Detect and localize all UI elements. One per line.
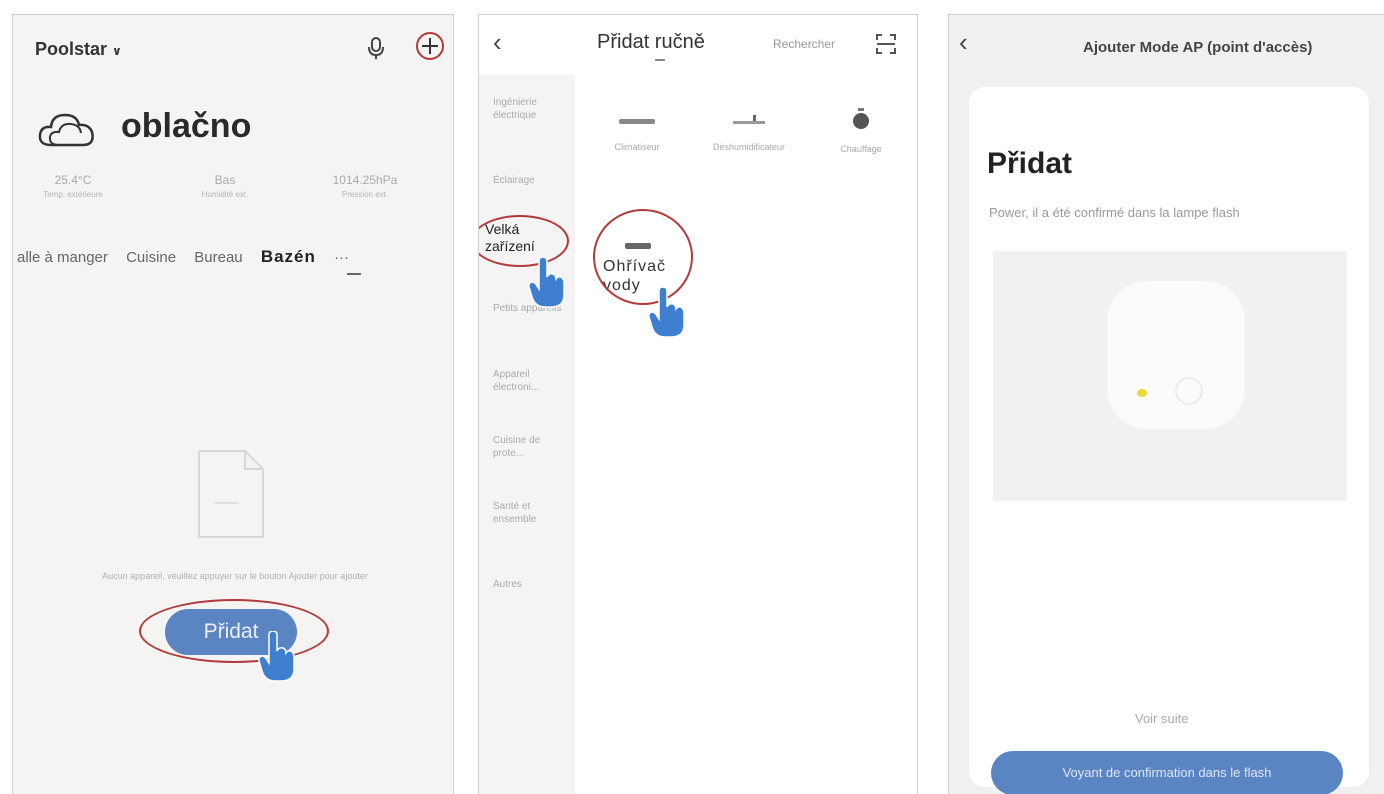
- device-label: Climatiseur: [614, 142, 660, 152]
- card-subtitle: Power, il a été confirmé dans la lampe f…: [989, 205, 1240, 220]
- device-dehumidifier[interactable]: Déshumidificateur: [701, 113, 797, 152]
- indicator-led: [1137, 389, 1147, 397]
- add-manually-screen: ‹ Přidat ručně Rechercher Ingénierie éle…: [478, 14, 918, 794]
- search-link[interactable]: Rechercher: [773, 37, 835, 51]
- ap-mode-screen: ‹ Ajouter Mode AP (point d'accès) Přidat…: [948, 14, 1384, 794]
- device-air-conditioner[interactable]: Climatiseur: [589, 113, 685, 152]
- add-device-icon[interactable]: [415, 31, 445, 61]
- tab-pool[interactable]: Bazén: [261, 247, 316, 266]
- dehumidifier-icon: [733, 115, 765, 124]
- sidebar-item-other[interactable]: Autres: [493, 579, 569, 592]
- pointing-hand-icon: [648, 287, 685, 338]
- back-icon[interactable]: ‹: [493, 27, 502, 58]
- empty-document-icon: [198, 450, 264, 538]
- cloud-icon: [38, 113, 94, 147]
- pointing-hand-icon: [258, 631, 295, 682]
- microphone-icon[interactable]: [363, 35, 389, 61]
- scan-icon[interactable]: [875, 33, 897, 55]
- category-sidebar: Ingénierie électrique Éclairage Velká za…: [479, 75, 575, 794]
- home-name: Poolstar: [35, 39, 108, 59]
- home-screen: Poolstar ∨ oblačno 25.4°C Temp. extérieu…: [12, 14, 454, 794]
- page-title: Přidat ručně: [597, 31, 705, 53]
- heater-icon: [853, 108, 869, 129]
- tab-kitchen[interactable]: Cuisine: [126, 249, 176, 266]
- more-tabs-icon[interactable]: ···: [334, 249, 349, 266]
- empty-message: Aucun appareil, veuillez appuyer sur le …: [102, 571, 368, 581]
- power-button-icon: [1175, 377, 1203, 405]
- home-selector[interactable]: Poolstar ∨: [35, 39, 122, 60]
- stat-humidity: Bas Humidité ext.: [165, 173, 285, 199]
- sidebar-item-health[interactable]: Santé et ensemble: [493, 501, 569, 526]
- chevron-down-icon: ∨: [112, 44, 122, 58]
- stat-label: Temp. extérieure: [43, 190, 103, 199]
- page-title: Ajouter Mode AP (point d'accès): [1083, 39, 1313, 56]
- stat-label: Pression ext.: [341, 190, 389, 199]
- card-title: Přidat: [987, 147, 1073, 180]
- back-icon[interactable]: ‹: [959, 27, 968, 58]
- sidebar-item-electrical[interactable]: Ingénierie électrique: [493, 97, 569, 122]
- annotation-ellipse: [139, 599, 329, 663]
- stat-label: Humidité ext.: [201, 190, 249, 199]
- see-more-link[interactable]: Voir suite: [1135, 711, 1188, 726]
- pointing-hand-icon: [528, 257, 565, 308]
- sidebar-item-electronics[interactable]: Appareil électroni...: [493, 369, 569, 394]
- sidebar-item-kitchen[interactable]: Cuisine de prote...: [493, 435, 569, 460]
- tab-office[interactable]: Bureau: [194, 249, 242, 266]
- room-tabs: alle à manger Cuisine Bureau Bazén ···: [17, 247, 363, 267]
- device-label: Déshumidificateur: [712, 142, 786, 152]
- sidebar-item-lighting[interactable]: Éclairage: [493, 175, 569, 188]
- tab-dining-room[interactable]: alle à manger: [17, 249, 108, 266]
- confirm-flash-button[interactable]: Voyant de confirmation dans le flash: [991, 751, 1343, 794]
- stat-pressure: 1014.25hPa Pression ext.: [305, 173, 425, 199]
- device-image: [1107, 281, 1245, 429]
- stat-value: 25.4°C: [54, 173, 92, 187]
- device-label: Chauffage: [840, 144, 882, 154]
- weather-condition: oblačno: [121, 107, 252, 145]
- tab-underline: [347, 273, 361, 275]
- device-heater[interactable]: Chauffage: [813, 107, 909, 154]
- stat-temperature: 25.4°C Temp. extérieure: [13, 173, 133, 199]
- air-conditioner-icon: [619, 119, 655, 124]
- title-underline: [655, 59, 665, 61]
- stat-value: 1014.25hPa: [332, 173, 398, 187]
- stat-value: Bas: [214, 173, 236, 187]
